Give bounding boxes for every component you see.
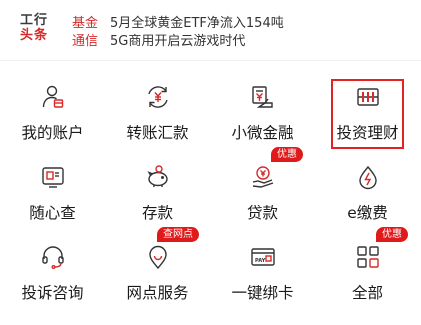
logo-line2: 头条 bbox=[20, 28, 49, 43]
service-query[interactable]: 随心查 bbox=[0, 150, 105, 230]
svg-text:PAY: PAY bbox=[255, 258, 266, 264]
service-label: 投诉咨询 bbox=[21, 284, 84, 302]
payment-drop-icon bbox=[355, 164, 381, 190]
bind-card-icon: PAY bbox=[250, 244, 276, 270]
all-grid-icon bbox=[355, 244, 381, 270]
selection-highlight bbox=[331, 79, 404, 149]
news-tag: 基金 bbox=[72, 15, 99, 31]
divider bbox=[0, 60, 421, 61]
service-label: 存款 bbox=[141, 204, 173, 222]
service-branch[interactable]: 网点服务 查网点 bbox=[105, 227, 210, 310]
news-tag: 通信 bbox=[72, 33, 99, 49]
promo-badge: 优惠 bbox=[376, 227, 408, 242]
service-label: 转账汇款 bbox=[126, 124, 189, 142]
service-label: 随心查 bbox=[29, 204, 76, 222]
service-label: 网点服务 bbox=[126, 284, 189, 302]
service-my-account[interactable]: 我的账户 bbox=[0, 70, 105, 150]
news-item[interactable]: 基金 5月全球黄金ETF净流入154吨 bbox=[72, 13, 284, 31]
service-e-payment[interactable]: e缴费 bbox=[315, 150, 420, 230]
service-label: 小微金融 bbox=[231, 124, 294, 142]
small-finance-icon bbox=[250, 84, 276, 110]
headset-icon bbox=[40, 244, 66, 270]
loan-hand-icon bbox=[250, 164, 276, 190]
service-small-finance[interactable]: 小微金融 bbox=[210, 70, 315, 150]
service-loan[interactable]: 贷款 优惠 bbox=[210, 147, 315, 230]
service-label: 全部 bbox=[351, 284, 383, 302]
service-label: e缴费 bbox=[347, 204, 388, 222]
news-headline: 5月全球黄金ETF净流入154吨 bbox=[110, 15, 284, 31]
service-label: 贷款 bbox=[246, 204, 278, 222]
service-label: 我的账户 bbox=[21, 124, 84, 142]
account-person-icon bbox=[40, 84, 66, 110]
service-deposit[interactable]: 存款 bbox=[105, 150, 210, 230]
logo-line1: 工行 bbox=[20, 13, 49, 28]
news-item[interactable]: 通信 5G商用开启云游戏时代 bbox=[72, 31, 246, 49]
find-branch-badge: 查网点 bbox=[157, 227, 199, 242]
location-pin-icon bbox=[145, 244, 171, 270]
service-label: 一键绑卡 bbox=[231, 284, 294, 302]
query-card-icon bbox=[40, 164, 66, 190]
piggy-bank-icon bbox=[145, 164, 171, 190]
icbc-headlines-logo: 工行 头条 bbox=[20, 13, 56, 43]
service-transfer[interactable]: 转账汇款 bbox=[105, 70, 210, 150]
service-bind-card[interactable]: PAY 一键绑卡 bbox=[210, 230, 315, 310]
service-complaint[interactable]: 投诉咨询 bbox=[0, 230, 105, 310]
news-ticker[interactable]: 工行 头条 基金 5月全球黄金ETF净流入154吨 通信 5G商用开启云游戏时代 bbox=[0, 0, 421, 52]
transfer-yuan-icon bbox=[145, 84, 171, 110]
promo-badge: 优惠 bbox=[271, 147, 303, 162]
service-all[interactable]: 全部 优惠 bbox=[315, 227, 420, 310]
news-headline: 5G商用开启云游戏时代 bbox=[110, 33, 246, 49]
